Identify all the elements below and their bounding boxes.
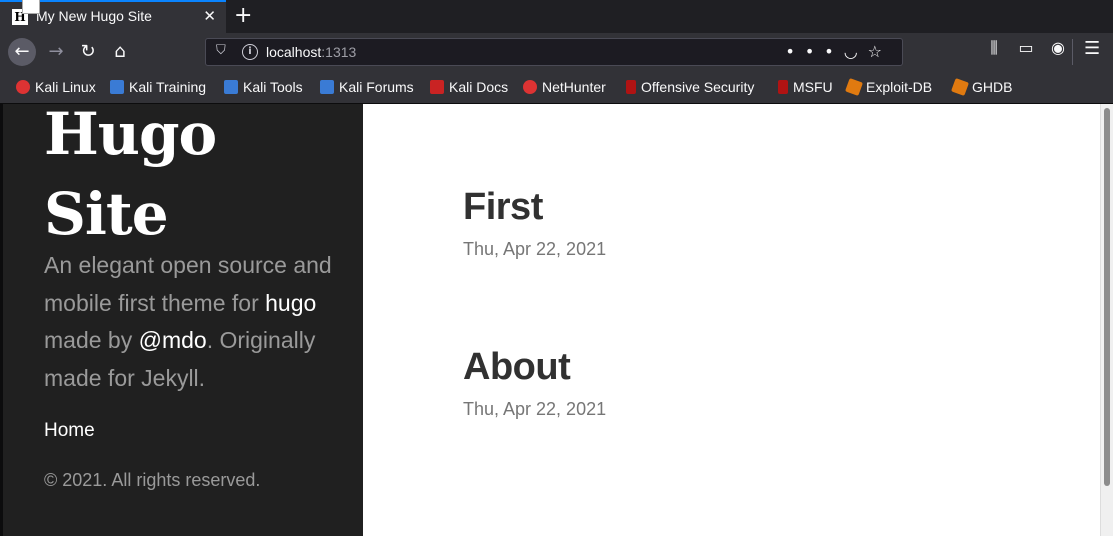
url-text[interactable]: localhost:1313 [266,44,356,60]
tab-title: My New Hugo Site [36,8,152,24]
offsec-icon [778,80,788,94]
kali-tool-icon [110,80,124,94]
bookmark-label: MSFU [793,79,833,95]
bookmark-msfu[interactable]: MSFU [778,79,833,95]
bookmark-offensive-security[interactable]: Offensive Security [626,79,754,95]
copyright-text: © 2021. All rights reserved. [44,470,261,490]
post-date: Thu, Apr 22, 2021 [463,239,607,259]
kali-tool-icon [320,80,334,94]
exploit-icon [845,78,863,96]
toolbar-right: ⫼ ▭ ◉ [978,38,1074,58]
bookmark-exploit-db[interactable]: Exploit-DB [845,78,933,96]
tab-strip: H My New Hugo Site ✕ + [0,0,1113,33]
back-button[interactable]: ← [8,38,36,66]
library-icon[interactable]: ⫼ [978,38,1010,58]
document-icon [22,0,40,14]
docs-icon [430,80,444,94]
lead-text: made by [44,327,139,353]
page-scrollbar[interactable] [1100,104,1113,536]
forward-button[interactable]: → [42,38,70,66]
bookmark-kali-training[interactable]: Kali Training [110,79,206,95]
exploit-icon [951,78,969,96]
bookmark-label: Kali Training [129,79,207,95]
bookmark-label: Exploit-DB [866,79,933,95]
site-description: An elegant open source and mobile first … [44,247,344,397]
toolbar-divider [1072,39,1073,65]
new-tab-button[interactable]: + [234,2,252,30]
bookmark-label: GHDB [972,79,1013,95]
home-button[interactable]: ⌂ [106,38,134,66]
tracking-shield-icon[interactable]: ⛉ [216,43,226,58]
close-tab-icon[interactable]: ✕ [203,7,216,25]
account-icon[interactable]: ◉ [1042,38,1074,57]
kali-tool-icon [224,80,238,94]
page-actions-icon[interactable]: ••• [785,42,843,61]
bookmark-label: Kali Tools [243,79,303,95]
bookmark-label: Kali Forums [339,79,414,95]
url-port: :1313 [321,44,357,60]
url-host: localhost [266,44,322,60]
site-info-icon[interactable]: i [242,44,258,60]
hugo-link[interactable]: hugo [265,290,316,316]
bookmark-label: Kali Linux [35,79,96,95]
url-bar[interactable]: ⛉ i localhost:1313 •••◡☆ [205,38,903,66]
reload-button[interactable]: ↻ [74,38,102,66]
url-actions: •••◡☆ [785,42,892,61]
kali-icon [16,80,30,94]
pocket-icon[interactable]: ◡ [844,42,868,61]
bookmark-label: Kali Docs [449,79,509,95]
main-content: First Thu, Apr 22, 2021 About Thu, Apr 2… [363,104,1100,536]
kali-icon [523,80,537,94]
bookmark-nethunter[interactable]: NetHunter [523,79,606,95]
site-sidebar: Hugo Site An elegant open source and mob… [0,100,363,536]
offsec-icon [626,80,636,94]
sidebar-toggle-icon[interactable]: ▭ [1010,38,1042,57]
bookmark-ghdb[interactable]: GHDB [951,78,1013,96]
bookmark-kali-tools[interactable]: Kali Tools [224,79,303,95]
scrollbar-thumb[interactable] [1104,108,1110,486]
site-title[interactable]: Hugo Site [44,94,217,254]
site-title-line2: Site [44,180,169,248]
bookmark-kali-docs[interactable]: Kali Docs [430,79,508,95]
nav-home-link[interactable]: Home [44,420,95,442]
post-date: Thu, Apr 22, 2021 [463,399,607,419]
site-title-line1: Hugo [44,100,217,168]
post-title-link[interactable]: First [463,186,543,229]
mdo-link[interactable]: @mdo [139,327,207,353]
bookmark-star-icon[interactable]: ☆ [868,42,892,61]
bookmark-label: Offensive Security [641,79,755,95]
post-title-link[interactable]: About [463,346,571,389]
hamburger-menu-icon[interactable]: ☰ [1084,38,1100,59]
bookmark-label: NetHunter [542,79,606,95]
navigation-toolbar: ← → ↻ ⌂ ⛉ i localhost:1313 •••◡☆ ⫼ ▭ ◉ ☰ [0,33,1113,71]
bookmark-kali-forums[interactable]: Kali Forums [320,79,414,95]
bookmark-kali-linux[interactable]: Kali Linux [16,79,96,95]
